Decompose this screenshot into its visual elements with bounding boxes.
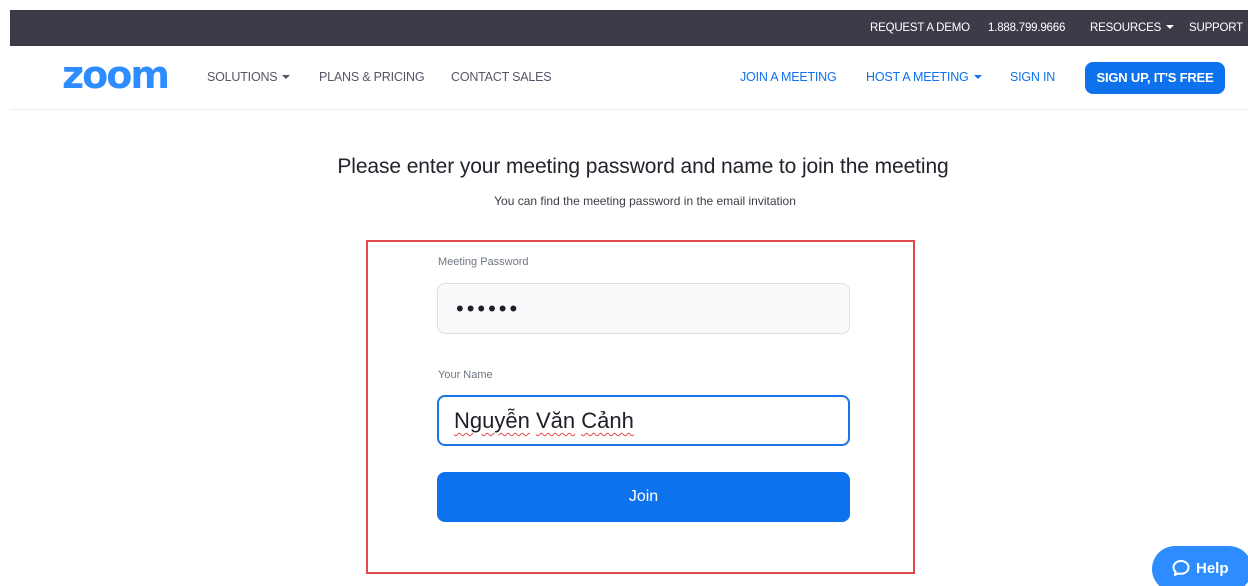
- plans-pricing-link[interactable]: PLANS & PRICING: [319, 66, 425, 88]
- host-meeting-menu[interactable]: HOST A MEETING: [866, 66, 982, 88]
- solutions-label: SOLUTIONS: [207, 70, 278, 84]
- name-word-1: Nguyễn: [454, 408, 530, 433]
- resources-label: RESOURCES: [1090, 22, 1162, 34]
- sign-up-button[interactable]: SIGN UP, IT'S FREE: [1085, 62, 1225, 94]
- sign-in-link[interactable]: SIGN IN: [1010, 66, 1055, 88]
- support-link[interactable]: SUPPORT: [1189, 10, 1243, 46]
- chevron-down-icon: [282, 75, 291, 79]
- utility-bar: REQUEST A DEMO 1.888.799.9666 RESOURCES …: [10, 10, 1248, 46]
- zoom-logo[interactable]: zoom: [62, 56, 170, 94]
- join-meeting-link[interactable]: JOIN A MEETING: [740, 66, 837, 88]
- host-meeting-label: HOST A MEETING: [866, 70, 969, 84]
- name-label: Your Name: [438, 369, 493, 381]
- resources-menu[interactable]: RESOURCES: [1090, 10, 1175, 46]
- chat-bubble-icon: [1172, 560, 1190, 576]
- help-button[interactable]: Help: [1152, 546, 1248, 586]
- password-input[interactable]: ••••••: [437, 283, 850, 334]
- chevron-down-icon: [1166, 25, 1175, 29]
- name-word-2: Văn: [535, 408, 576, 433]
- chevron-down-icon: [973, 75, 982, 79]
- name-word-3: Cảnh: [581, 408, 634, 433]
- request-demo-link[interactable]: REQUEST A DEMO: [870, 10, 970, 46]
- zoom-join-page: REQUEST A DEMO 1.888.799.9666 RESOURCES …: [0, 0, 1248, 586]
- phone-link[interactable]: 1.888.799.9666: [988, 10, 1065, 46]
- contact-sales-link[interactable]: CONTACT SALES: [451, 66, 552, 88]
- help-label: Help: [1196, 560, 1229, 577]
- main-navigation: zoom SOLUTIONS PLANS & PRICING CONTACT S…: [10, 46, 1248, 110]
- name-input[interactable]: Nguyễn Văn Cảnh: [437, 395, 850, 446]
- join-button[interactable]: Join: [437, 472, 850, 522]
- solutions-menu[interactable]: SOLUTIONS: [207, 66, 291, 88]
- page-subtitle: You can find the meeting password in the…: [494, 194, 796, 208]
- password-label: Meeting Password: [438, 256, 529, 268]
- page-title: Please enter your meeting password and n…: [337, 155, 949, 178]
